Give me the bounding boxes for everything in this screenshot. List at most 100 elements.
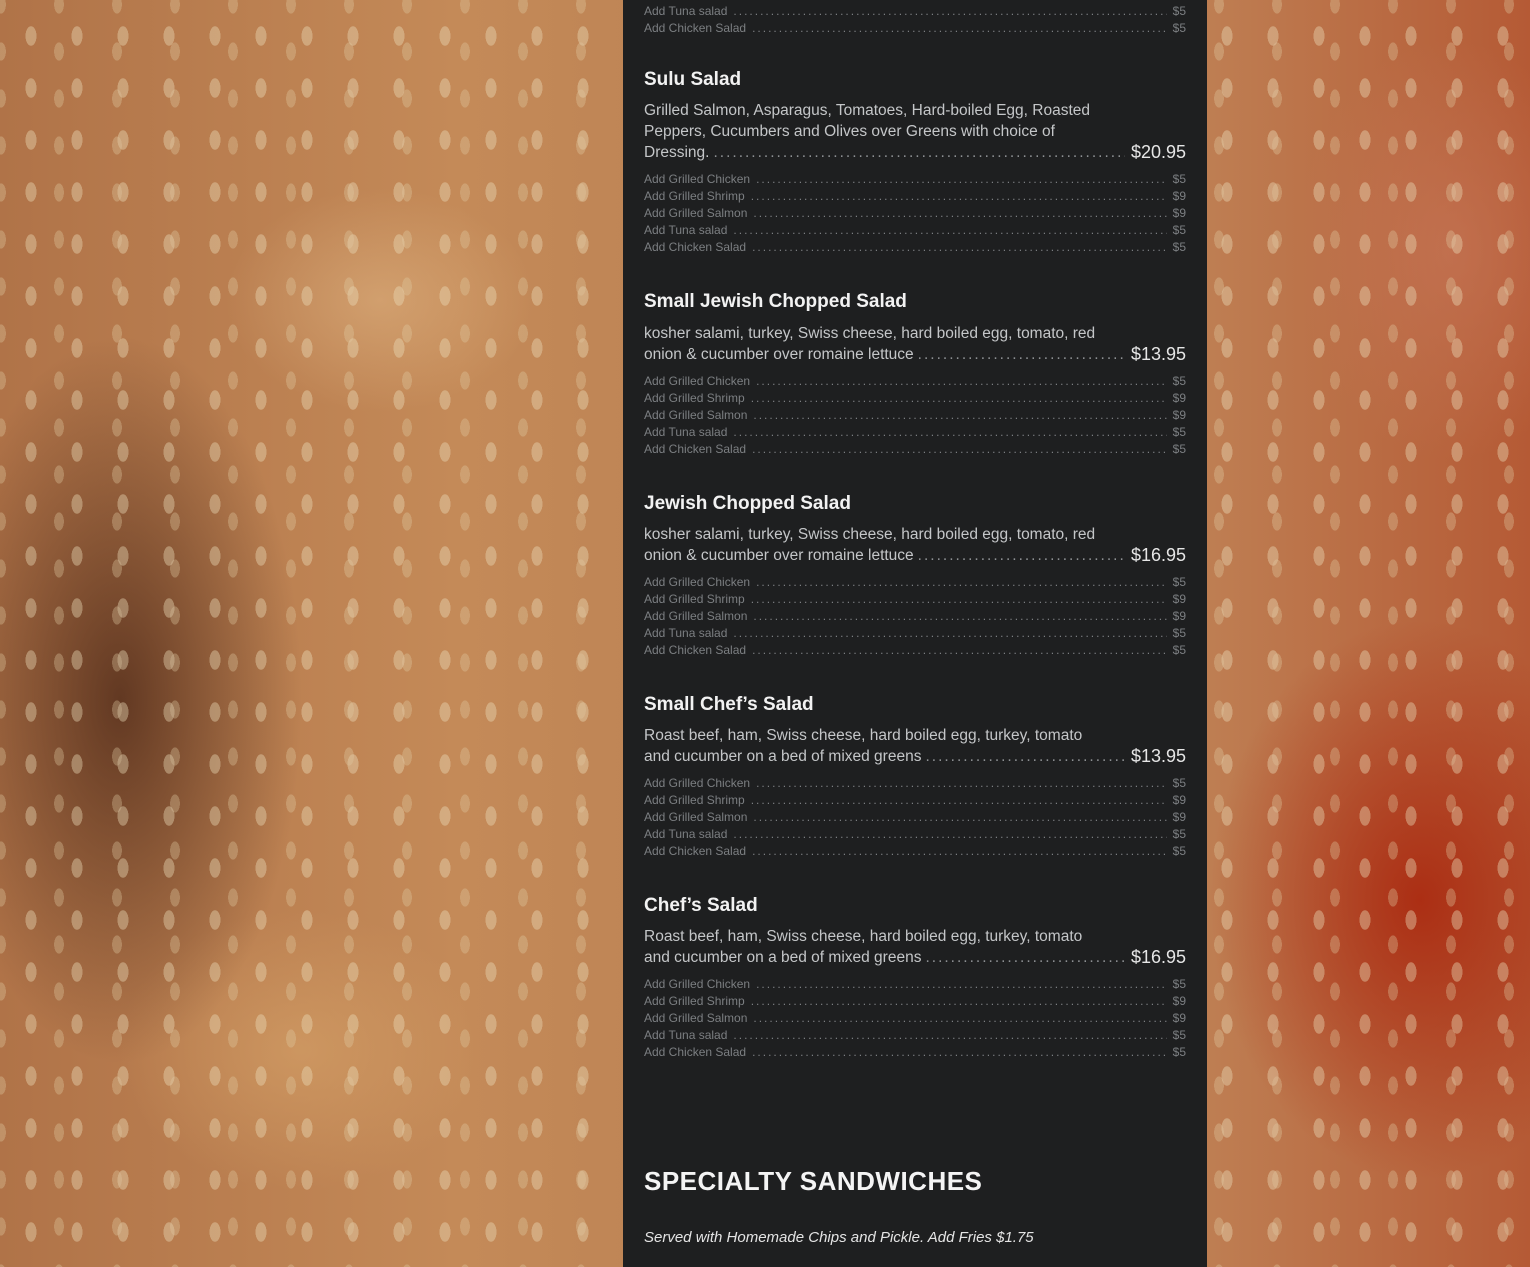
dot-leader — [733, 3, 1166, 20]
addon-price: $5 — [1172, 844, 1186, 858]
addon-label: Add Grilled Shrimp — [644, 391, 745, 405]
dot-leader — [752, 441, 1167, 458]
addon-price: $5 — [1172, 425, 1186, 439]
item-description-row: Grilled Salmon, Asparagus, Tomatoes, Har… — [644, 100, 1186, 163]
item-name: Small Jewish Chopped Salad — [644, 291, 907, 312]
addon-label: Add Chicken Salad — [644, 844, 747, 858]
menu-item-jewish-chopped-salad: Jewish Chopped Salad kosher salami, turk… — [644, 492, 1186, 659]
item-name: Chef’s Salad — [644, 895, 758, 916]
dot-leader — [753, 809, 1166, 826]
dot-leader — [756, 775, 1167, 792]
addon-row: Add Chicken Salad $5 — [644, 843, 1186, 860]
addon-price: $9 — [1172, 592, 1186, 606]
addon-label: Add Tuna salad — [644, 425, 728, 439]
addon-price: $5 — [1172, 626, 1186, 640]
addon-price: $9 — [1172, 1011, 1186, 1025]
addon-price: $5 — [1172, 575, 1186, 589]
addon-price: $5 — [1172, 223, 1186, 237]
addons-list: Add Grilled Chicken $5 Add Grilled Shrimp… — [644, 775, 1186, 860]
item-price: $20.95 — [1130, 142, 1186, 162]
dot-leader — [753, 608, 1166, 625]
addon-label: Add Tuna salad — [644, 1028, 728, 1042]
item-description: Roast beef, ham, Swiss cheese, hard boil… — [644, 725, 1125, 767]
addon-label: Add Grilled Chicken — [644, 776, 751, 790]
description-last-line: and cucumber on a bed of mixed greens — [644, 746, 1125, 767]
addon-label: Add Grilled Salmon — [644, 609, 748, 623]
dot-leader — [733, 222, 1166, 239]
addon-row: Add Grilled Chicken $5 — [644, 373, 1186, 390]
addons-list-top: Add Tuna salad $5 Add Chicken Salad $5 — [644, 3, 1186, 37]
addon-label: Add Chicken Salad — [644, 240, 747, 254]
addon-label: Add Tuna salad — [644, 4, 728, 18]
addons-list: Add Grilled Chicken $5 Add Grilled Shrimp… — [644, 373, 1186, 458]
addon-row: Add Tuna salad $5 — [644, 424, 1186, 441]
dot-leader — [733, 424, 1166, 441]
dot-leader — [733, 1027, 1166, 1044]
dot-leader — [751, 591, 1167, 608]
addon-label: Add Grilled Chicken — [644, 575, 751, 589]
addon-row: Add Grilled Salmon $9 — [644, 608, 1186, 625]
dot-leader — [752, 20, 1167, 37]
dot-leader — [918, 545, 1125, 566]
menu-panel: Add Tuna salad $5 Add Chicken Salad $5 S… — [623, 0, 1207, 1267]
addon-row: Add Grilled Shrimp $9 — [644, 390, 1186, 407]
description-line: onion & cucumber over romaine lettuce — [644, 346, 914, 363]
dot-leader — [751, 792, 1167, 809]
description-line: Peppers, Cucumbers and Olives over Green… — [644, 123, 1055, 140]
item-description: Roast beef, ham, Swiss cheese, hard boil… — [644, 926, 1125, 968]
description-line: and cucumber on a bed of mixed greens — [644, 949, 922, 966]
addons-list: Add Grilled Chicken $5 Add Grilled Shrimp… — [644, 171, 1186, 256]
addon-row: Add Grilled Salmon $9 — [644, 407, 1186, 424]
addon-label: Add Grilled Shrimp — [644, 189, 745, 203]
description-last-line: onion & cucumber over romaine lettuce — [644, 344, 1125, 365]
item-description: kosher salami, turkey, Swiss cheese, har… — [644, 323, 1125, 365]
description-line: Grilled Salmon, Asparagus, Tomatoes, Har… — [644, 102, 1091, 119]
menu-item-chefs-salad: Chef’s Salad Roast beef, ham, Swiss chee… — [644, 894, 1186, 1061]
description-last-line: onion & cucumber over romaine lettuce — [644, 545, 1125, 566]
description-line: kosher salami, turkey, Swiss cheese, har… — [644, 325, 1096, 342]
item-price: $13.95 — [1130, 344, 1186, 364]
addon-price: $9 — [1172, 609, 1186, 623]
addon-price: $5 — [1172, 21, 1186, 35]
item-description-row: Roast beef, ham, Swiss cheese, hard boil… — [644, 926, 1186, 968]
menu-item-sulu-salad: Sulu Salad Grilled Salmon, Asparagus, To… — [644, 68, 1186, 256]
addon-price: $5 — [1172, 643, 1186, 657]
addon-price: $5 — [1172, 827, 1186, 841]
addon-price: $5 — [1172, 4, 1186, 18]
dot-leader — [733, 625, 1166, 642]
item-name: Jewish Chopped Salad — [644, 493, 851, 514]
addon-price: $9 — [1172, 391, 1186, 405]
addon-price: $5 — [1172, 776, 1186, 790]
description-last-line: and cucumber on a bed of mixed greens — [644, 947, 1125, 968]
addon-label: Add Grilled Chicken — [644, 172, 751, 186]
addon-label: Add Grilled Chicken — [644, 374, 751, 388]
addon-row: Add Grilled Salmon $9 — [644, 205, 1186, 222]
addon-label: Add Grilled Chicken — [644, 977, 751, 991]
addon-label: Add Grilled Shrimp — [644, 592, 745, 606]
item-price: $13.95 — [1130, 746, 1186, 766]
addon-row: Add Chicken Salad $5 — [644, 20, 1186, 37]
dot-leader — [918, 344, 1125, 365]
dot-leader — [753, 407, 1166, 424]
dot-leader — [751, 993, 1167, 1010]
item-description: kosher salami, turkey, Swiss cheese, har… — [644, 524, 1125, 566]
item-name: Sulu Salad — [644, 69, 742, 90]
item-description-row: kosher salami, turkey, Swiss cheese, har… — [644, 524, 1186, 566]
addon-label: Add Grilled Salmon — [644, 1011, 748, 1025]
dot-leader — [752, 843, 1167, 860]
item-name: Small Chef’s Salad — [644, 694, 814, 715]
dot-leader — [756, 976, 1167, 993]
addon-price: $5 — [1172, 442, 1186, 456]
addon-price: $9 — [1172, 994, 1186, 1008]
addon-label: Add Grilled Salmon — [644, 206, 748, 220]
addon-row: Add Grilled Shrimp $9 — [644, 188, 1186, 205]
dot-leader — [753, 205, 1166, 222]
addon-price: $9 — [1172, 408, 1186, 422]
addon-row: Add Grilled Chicken $5 — [644, 171, 1186, 188]
dot-leader — [925, 746, 1124, 767]
addon-row: Add Chicken Salad $5 — [644, 441, 1186, 458]
item-description-row: kosher salami, turkey, Swiss cheese, har… — [644, 323, 1186, 365]
dot-leader — [756, 373, 1167, 390]
addon-row: Add Grilled Salmon $9 — [644, 809, 1186, 826]
dot-leader — [751, 188, 1167, 205]
